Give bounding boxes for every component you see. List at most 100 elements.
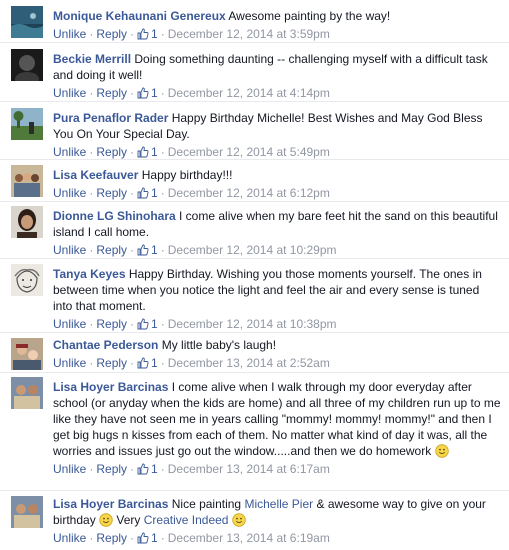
divider — [0, 372, 509, 373]
like-count[interactable]: 1 — [137, 317, 158, 331]
comment-timestamp[interactable]: December 12, 2014 at 6:12pm — [168, 186, 330, 200]
dark-avatar-icon — [11, 49, 43, 81]
comment-timestamp[interactable]: December 12, 2014 at 10:29pm — [168, 243, 337, 257]
reply-link[interactable]: Reply — [96, 462, 127, 476]
comment-author[interactable]: Chantae Pederson — [53, 338, 158, 352]
like-count[interactable]: 1 — [137, 27, 158, 41]
comment-text: Very — [116, 513, 141, 527]
comment-author[interactable]: Lisa Hoyer Barcinas — [53, 497, 168, 511]
comment-timestamp[interactable]: December 12, 2014 at 5:49pm — [168, 145, 330, 159]
divider — [0, 258, 509, 259]
separator: · — [89, 531, 94, 545]
ocean-avatar-icon — [11, 6, 43, 38]
like-count[interactable]: 1 — [137, 186, 158, 200]
separator: · — [89, 186, 94, 200]
avatar[interactable] — [11, 264, 43, 296]
thumbs-up-icon — [137, 244, 149, 256]
separator: · — [160, 145, 165, 159]
separator: · — [130, 27, 135, 41]
comment-actions: Unlike · Reply · 1 · December 12, 2014 at 5:49… — [53, 144, 501, 160]
reply-link[interactable]: Reply — [96, 317, 127, 331]
comment-author[interactable]: Monique Kehaunani Genereux — [53, 9, 226, 23]
thumbs-up-icon — [137, 146, 149, 158]
reply-link[interactable]: Reply — [96, 27, 127, 41]
unlike-link[interactable]: Unlike — [53, 356, 86, 370]
thumbs-up-icon — [137, 463, 149, 475]
comment-timestamp[interactable]: December 13, 2014 at 6:19am — [168, 531, 330, 545]
comment-timestamp[interactable]: December 12, 2014 at 4:14pm — [168, 86, 330, 100]
reply-link[interactable]: Reply — [96, 356, 127, 370]
landscape-avatar-icon — [11, 108, 43, 140]
comment-text: Nice painting — [171, 497, 242, 511]
page-link[interactable]: Creative Indeed — [144, 513, 229, 527]
comment-actions: Unlike · Reply · 1 · December 12, 2014 at 6:12… — [53, 185, 501, 201]
unlike-link[interactable]: Unlike — [53, 462, 86, 476]
like-count[interactable]: 1 — [137, 462, 158, 476]
separator: · — [130, 531, 135, 545]
unlike-link[interactable]: Unlike — [53, 145, 86, 159]
reply-link[interactable]: Reply — [96, 186, 127, 200]
comment-timestamp[interactable]: December 13, 2014 at 2:52am — [168, 356, 330, 370]
family-avatar-icon — [11, 338, 43, 370]
comment-body: Monique Kehaunani Genereux Awesome paint… — [53, 8, 501, 42]
unlike-link[interactable]: Unlike — [53, 317, 86, 331]
comment-body: Tanya Keyes Happy Birthday. Wishing you … — [53, 266, 501, 332]
like-count[interactable]: 1 — [137, 531, 158, 545]
comment-author[interactable]: Tanya Keyes — [53, 267, 126, 281]
separator: · — [89, 86, 94, 100]
separator: · — [130, 356, 135, 370]
unlike-link[interactable]: Unlike — [53, 27, 86, 41]
avatar[interactable] — [11, 206, 43, 238]
comment-thread: Monique Kehaunani Genereux Awesome paint… — [0, 0, 509, 550]
reply-link[interactable]: Reply — [96, 145, 127, 159]
comment-body: Lisa Hoyer Barcinas I come alive when I … — [53, 379, 501, 477]
comment-timestamp[interactable]: December 12, 2014 at 3:59pm — [168, 27, 330, 41]
group-avatar-icon — [11, 165, 43, 197]
divider — [0, 490, 509, 491]
comment-author[interactable]: Beckie Merrill — [53, 52, 131, 66]
comment-author[interactable]: Dionne LG Shinohara — [53, 209, 176, 223]
divider — [0, 42, 509, 43]
avatar[interactable] — [11, 338, 43, 370]
comment-author[interactable]: Lisa Keefauver — [53, 168, 138, 182]
separator: · — [89, 243, 94, 257]
thumbs-up-icon — [137, 532, 149, 544]
like-count[interactable]: 1 — [137, 243, 158, 257]
separator: · — [160, 317, 165, 331]
comment-timestamp[interactable]: December 12, 2014 at 10:38pm — [168, 317, 337, 331]
unlike-link[interactable]: Unlike — [53, 186, 86, 200]
reply-link[interactable]: Reply — [96, 86, 127, 100]
divider — [0, 159, 509, 160]
like-count[interactable]: 1 — [137, 356, 158, 370]
avatar[interactable] — [11, 108, 43, 140]
avatar[interactable] — [11, 6, 43, 38]
like-count[interactable]: 1 — [137, 86, 158, 100]
comment-author[interactable]: Pura Penaflor Rader — [53, 111, 168, 125]
comment-timestamp[interactable]: December 13, 2014 at 6:17am — [168, 462, 330, 476]
user-mention-link[interactable]: Michelle Pier — [244, 497, 313, 511]
avatar[interactable] — [11, 496, 43, 528]
comment-text: Awesome painting by the way! — [228, 9, 391, 23]
avatar[interactable] — [11, 377, 43, 409]
reply-link[interactable]: Reply — [96, 243, 127, 257]
separator: · — [89, 145, 94, 159]
like-count[interactable]: 1 — [137, 145, 158, 159]
separator: · — [160, 86, 165, 100]
kids-avatar-icon — [11, 496, 43, 528]
comment-actions: Unlike · Reply · 1 · December 12, 2014 at 10:2… — [53, 242, 501, 258]
unlike-link[interactable]: Unlike — [53, 531, 86, 545]
kids-avatar-icon — [11, 377, 43, 409]
reply-link[interactable]: Reply — [96, 531, 127, 545]
separator: · — [160, 356, 165, 370]
unlike-link[interactable]: Unlike — [53, 243, 86, 257]
comment-actions: Unlike · Reply · 1 · December 12, 2014 at 10:3… — [53, 316, 501, 332]
avatar[interactable] — [11, 165, 43, 197]
comment-author[interactable]: Lisa Hoyer Barcinas — [53, 380, 168, 394]
unlike-link[interactable]: Unlike — [53, 86, 86, 100]
comment-text: My little baby's laugh! — [161, 338, 277, 352]
separator: · — [130, 186, 135, 200]
avatar[interactable] — [11, 49, 43, 81]
sketch-avatar-icon — [11, 264, 43, 296]
separator: · — [89, 462, 94, 476]
separator: · — [160, 243, 165, 257]
